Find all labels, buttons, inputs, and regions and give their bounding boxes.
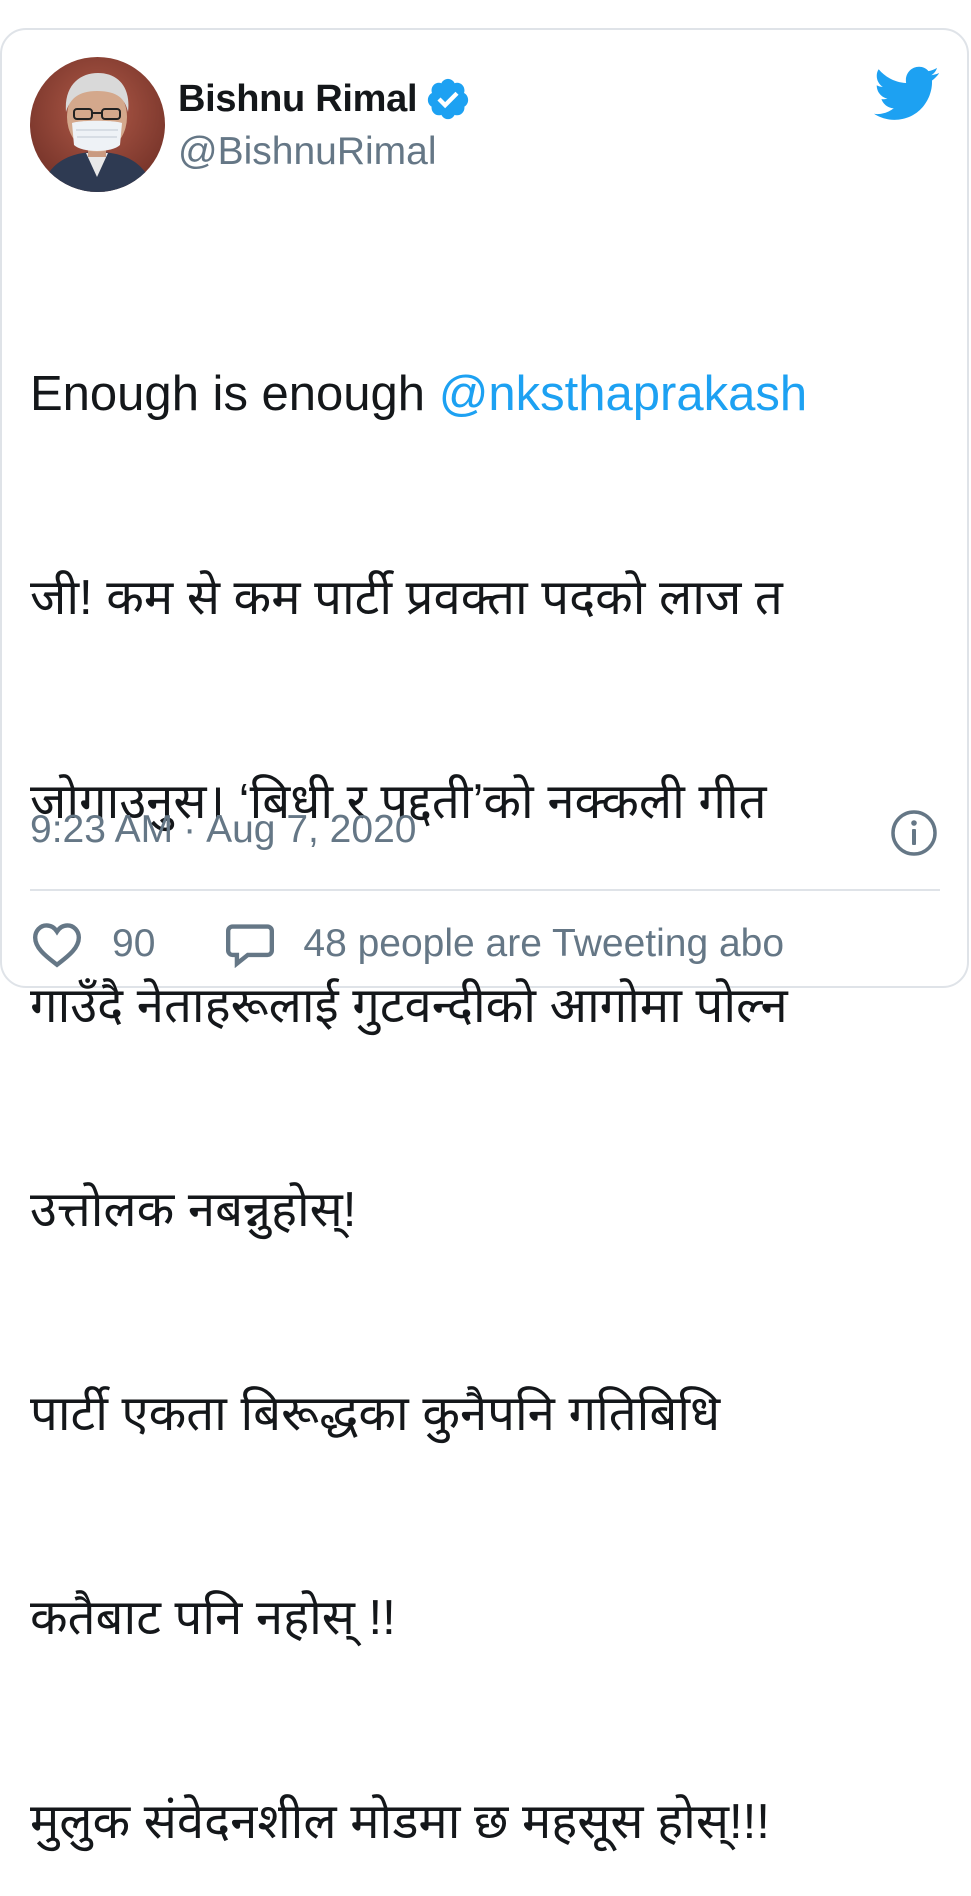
tweet-line: जी! कम से कम पार्टी प्रवक्ता पदको लाज त [30, 571, 783, 625]
tweet-line: उत्तोलक नबन्नुहोस्! [30, 1183, 357, 1237]
heart-icon[interactable] [30, 920, 84, 968]
tweet-timestamp[interactable]: 9:23 AM · Aug 7, 2020 [30, 808, 416, 852]
tweet-line: गाउँदै नेताहरूलाई गुटवन्दीको आगोमा पोल्न [30, 979, 788, 1033]
tweet-date: Aug 7, 2020 [206, 808, 417, 851]
user-name-row[interactable]: Bishnu Rimal [178, 74, 471, 124]
tweet-time: 9:23 AM [30, 808, 174, 851]
tweet-line: मुलुक संवेदनशील मोडमा छ महसूस होस्!!! [30, 1795, 770, 1849]
user-handle[interactable]: @BishnuRimal [178, 130, 437, 174]
tweet-intro: Enough is enough [30, 367, 439, 421]
verified-badge-icon [425, 76, 471, 122]
divider [30, 889, 940, 891]
tweet-line-1: Enough is enough @nksthaprakash [30, 360, 950, 428]
speech-bubble-icon[interactable] [223, 920, 277, 969]
meta-separator: · [183, 808, 197, 851]
avatar[interactable] [30, 57, 165, 192]
tweet-line: पार्टी एकता बिरूद्धका कुनैपनि गतिबिधि [30, 1387, 721, 1441]
like-count[interactable]: 90 [112, 922, 155, 966]
tweet-actions: 90 48 people are Tweeting abo [30, 920, 784, 980]
twitter-bird-icon[interactable] [874, 66, 940, 122]
mention-link[interactable]: @nksthaprakash [439, 367, 807, 421]
tweet-text: Enough is enough @nksthaprakash जी! कम स… [30, 224, 950, 1896]
display-name[interactable]: Bishnu Rimal [178, 78, 418, 121]
info-icon[interactable] [889, 808, 939, 858]
tweet-line: कतैबाट पनि नहोस् !! [30, 1591, 396, 1645]
tweeting-about-link[interactable]: 48 people are Tweeting abo [303, 922, 784, 966]
